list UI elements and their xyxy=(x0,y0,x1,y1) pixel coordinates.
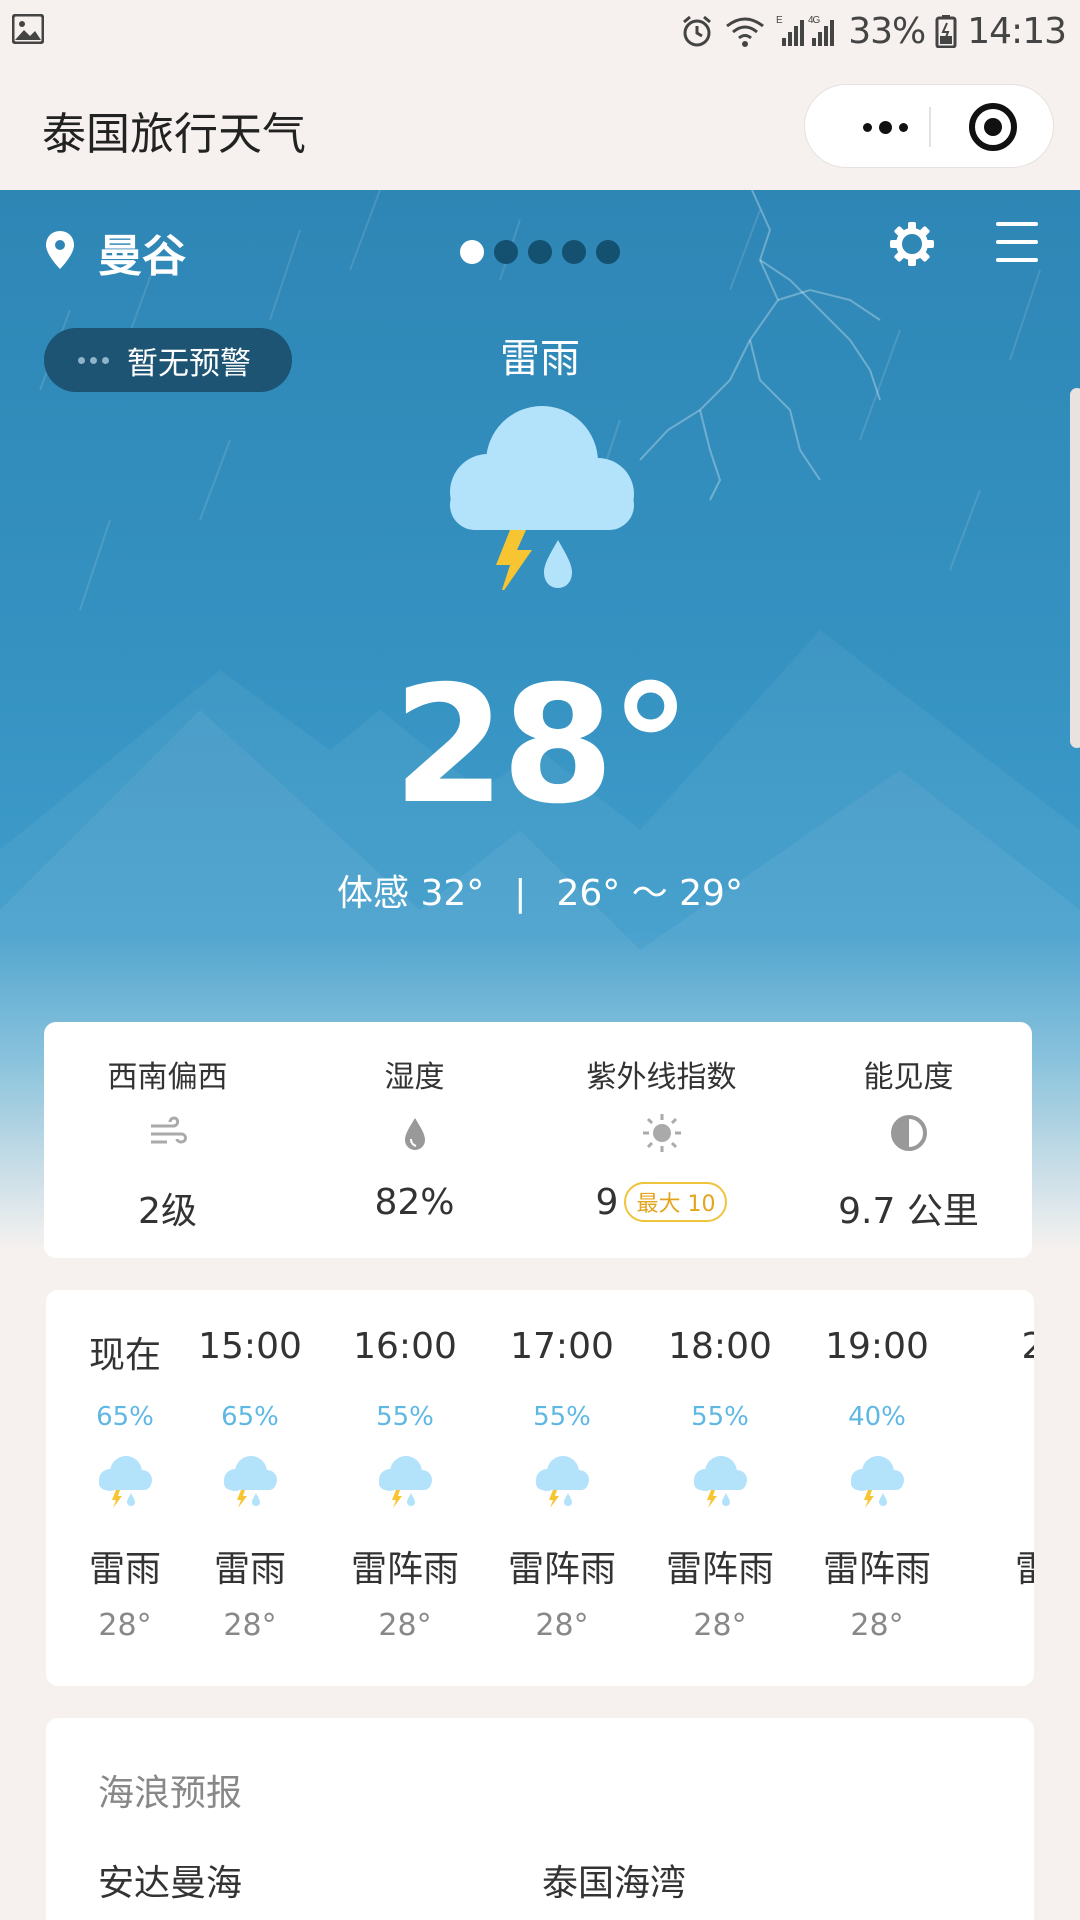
thunder-rain-icon xyxy=(532,1452,592,1508)
current-condition: 雷雨 xyxy=(500,336,580,382)
hour-condition: 雷雨 xyxy=(213,1549,286,1590)
hour-time: 16:00 xyxy=(353,1326,457,1367)
thunder-rain-icon xyxy=(95,1452,155,1508)
visibility-icon xyxy=(891,1115,927,1151)
menu-icon[interactable] xyxy=(996,222,1038,262)
metrics-card: 西南偏西 2级 湿度 82% 紫外线指数 9 最大 10 能见度 9.7 公里 xyxy=(44,1022,1032,1258)
hour-time: 15:00 xyxy=(198,1326,302,1367)
hour-time: 2 xyxy=(1021,1326,1034,1367)
metric-value: 82% xyxy=(374,1182,455,1223)
svg-text:E: E xyxy=(776,15,783,26)
sun-icon xyxy=(643,1114,681,1152)
hour-time: 18:00 xyxy=(668,1326,772,1367)
hourly-item: 19:00 40% 雷阵雨 28° xyxy=(798,1290,956,1686)
scroll-handle[interactable] xyxy=(1070,388,1080,748)
hour-condition: 雷阵雨 xyxy=(665,1549,774,1590)
page-dot[interactable] xyxy=(562,240,586,264)
hour-temperature: 28° xyxy=(850,1608,904,1643)
metric-visibility: 能见度 9.7 公里 xyxy=(785,1022,1032,1258)
page-dot[interactable] xyxy=(528,240,552,264)
page-title: 泰国旅行天气 xyxy=(42,109,306,160)
hourly-forecast[interactable]: 现在 65% 雷雨 28° 15:00 65% 雷雨 28° 16:00 55% 雷阵雨 28° 17:… xyxy=(46,1290,1034,1686)
metric-label: 湿度 xyxy=(384,1060,445,1095)
hour-temperature: 28° xyxy=(693,1608,747,1643)
sea-gulf-of-thailand[interactable]: 泰国海湾 xyxy=(542,1854,686,1906)
temp-range: 26° ～ 29° xyxy=(556,873,743,914)
battery-icon xyxy=(935,15,957,48)
metric-wind: 西南偏西 2级 xyxy=(44,1022,291,1258)
wave-forecast-card: 海浪预报 安达曼海 泰国海湾 xyxy=(46,1718,1034,1920)
hour-time: 19:00 xyxy=(825,1326,929,1367)
thunder-rain-icon xyxy=(220,1452,280,1508)
svg-text:4G: 4G xyxy=(808,15,821,26)
capsule-menu xyxy=(804,84,1054,168)
status-bar: E 4G 33% 14:13 xyxy=(0,0,1080,62)
metric-label: 西南偏西 xyxy=(107,1060,228,1095)
humidity-drop-icon xyxy=(405,1118,425,1150)
hour-time: 17:00 xyxy=(510,1326,614,1367)
metric-value: 9.7 公里 xyxy=(838,1191,979,1232)
close-icon[interactable] xyxy=(969,103,1017,151)
more-icon[interactable] xyxy=(835,85,935,169)
hour-temperature: 28° xyxy=(223,1608,277,1643)
divider: | xyxy=(514,873,527,914)
hourly-item: 15:00 65% 雷雨 28° xyxy=(171,1290,329,1686)
thunder-rain-icon xyxy=(690,1452,750,1508)
alarm-icon xyxy=(683,15,712,47)
capsule-divider xyxy=(929,107,931,147)
rain-probability: 40% xyxy=(848,1402,906,1432)
feels-like-range: 体感 32° | 26° ～ 29° xyxy=(0,864,1080,916)
metric-humidity: 湿度 82% xyxy=(291,1022,538,1258)
hour-condition: 雷阵雨 xyxy=(350,1549,459,1590)
app-header: 泰国旅行天气 xyxy=(0,62,1080,190)
hourly-item: 18:00 55% 雷阵雨 28° xyxy=(641,1290,799,1686)
page-dot[interactable] xyxy=(494,240,518,264)
uv-value: 9 xyxy=(595,1182,619,1223)
wave-title: 海浪预报 xyxy=(98,1773,243,1814)
signal-icon: E 4G xyxy=(776,15,835,46)
page-dot[interactable] xyxy=(460,240,484,264)
metric-value: 2级 xyxy=(138,1191,197,1232)
rain-probability: 55% xyxy=(691,1402,749,1432)
feels-like: 体感 32° xyxy=(337,873,485,914)
rain-probability: 55% xyxy=(376,1402,434,1432)
hourly-item: 17:00 55% 雷阵雨 28° xyxy=(483,1290,641,1686)
current-temperature: 28° xyxy=(392,652,691,840)
sea-andaman[interactable]: 安达曼海 xyxy=(98,1854,242,1906)
hourly-item: 2雷 xyxy=(954,1290,1034,1686)
uv-max-badge: 最大 10 xyxy=(624,1182,728,1222)
metric-label: 紫外线指数 xyxy=(586,1060,737,1095)
hour-temperature: 28° xyxy=(535,1608,589,1643)
battery-percent: 33% xyxy=(848,10,926,52)
hour-condition: 雷阵雨 xyxy=(822,1549,931,1590)
thunder-rain-icon xyxy=(450,406,634,590)
wifi-icon xyxy=(726,17,765,47)
wind-icon xyxy=(151,1116,187,1144)
page-indicator xyxy=(460,240,620,264)
metric-label: 能见度 xyxy=(863,1060,954,1095)
settings-gear-icon[interactable] xyxy=(888,220,936,268)
location-pin-icon xyxy=(46,231,74,269)
metric-value: 9 最大 10 xyxy=(538,1182,785,1223)
gallery-icon xyxy=(12,14,44,44)
rain-probability: 65% xyxy=(221,1402,279,1432)
clock-time: 14:13 xyxy=(967,10,1067,52)
metric-uv: 紫外线指数 9 最大 10 xyxy=(538,1022,785,1258)
hour-condition: 雷阵雨 xyxy=(507,1549,616,1590)
hour-condition: 雷 xyxy=(1014,1549,1034,1590)
city-name[interactable]: 曼谷 xyxy=(98,220,186,284)
hourly-item: 16:00 55% 雷阵雨 28° xyxy=(326,1290,484,1686)
hour-temperature: 28° xyxy=(378,1608,432,1643)
page-dot[interactable] xyxy=(596,240,620,264)
rain-probability: 55% xyxy=(533,1402,591,1432)
thunder-rain-icon xyxy=(847,1452,907,1508)
thunder-rain-icon xyxy=(375,1452,435,1508)
